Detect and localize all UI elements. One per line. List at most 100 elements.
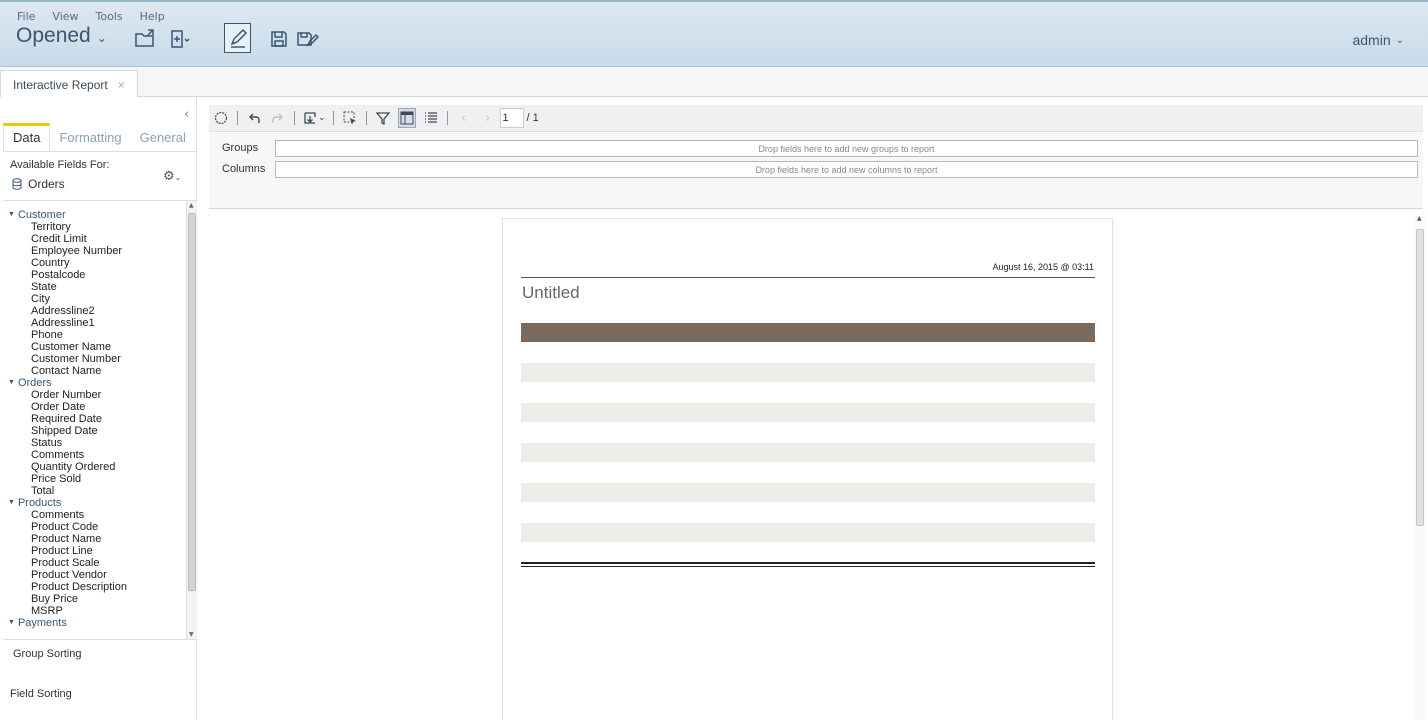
- gear-icon[interactable]: ⚙⌄: [163, 169, 181, 184]
- undo-icon[interactable]: [245, 108, 263, 128]
- group-sorting-section[interactable]: Group Sorting: [13, 648, 81, 660]
- close-icon[interactable]: ×: [118, 78, 125, 92]
- separator: [446, 111, 448, 125]
- tree-field[interactable]: Product Name: [8, 533, 127, 545]
- tree-field[interactable]: Product Line: [8, 545, 127, 557]
- tree-field[interactable]: Comments: [8, 509, 127, 521]
- tree-field[interactable]: MSRP: [8, 605, 127, 617]
- tab-interactive-report[interactable]: Interactive Report ×: [0, 70, 138, 98]
- tree-category[interactable]: ▼ Products: [8, 497, 127, 509]
- tree-category[interactable]: ▼ Payments: [8, 617, 127, 629]
- tree-field[interactable]: Shipped Date: [8, 425, 127, 437]
- save-icon[interactable]: [266, 26, 292, 52]
- user-menu[interactable]: admin ⌄: [1352, 32, 1404, 48]
- tree-field[interactable]: Status: [8, 437, 127, 449]
- tree-category[interactable]: ▼ Orders: [8, 377, 127, 389]
- scroll-up-icon[interactable]: ▲: [1417, 215, 1422, 222]
- tab-formatting[interactable]: Formatting: [50, 123, 130, 151]
- select-area-icon[interactable]: [341, 108, 359, 128]
- page-number-input[interactable]: 1: [499, 108, 524, 128]
- tree-field[interactable]: State: [8, 281, 127, 293]
- scrollbar-thumb[interactable]: [1416, 229, 1424, 526]
- expand-triangle-icon[interactable]: ▼: [8, 497, 15, 509]
- tree-field[interactable]: Order Date: [8, 401, 127, 413]
- expand-triangle-icon[interactable]: ▼: [8, 209, 15, 221]
- tree-field[interactable]: Product Code: [8, 521, 127, 533]
- tree-field[interactable]: Addressline2: [8, 305, 127, 317]
- separator: [365, 111, 367, 125]
- tree-field[interactable]: Order Number: [8, 389, 127, 401]
- tab-general[interactable]: General: [131, 123, 195, 151]
- available-fields-label: Available Fields For:: [10, 159, 110, 171]
- canvas-scrollbar[interactable]: ▲: [1414, 213, 1426, 720]
- tree-category[interactable]: ▼ Customer: [8, 209, 127, 221]
- column-header-band[interactable]: [521, 323, 1095, 342]
- tree-field[interactable]: Phone: [8, 329, 127, 341]
- tree-category-label: Orders: [17, 377, 52, 389]
- new-file-icon[interactable]: [166, 26, 192, 52]
- tree-field[interactable]: Employee Number: [8, 245, 127, 257]
- tab-data[interactable]: Data: [3, 123, 51, 151]
- tree-field[interactable]: City: [8, 293, 127, 305]
- tree-field[interactable]: Country: [8, 257, 127, 269]
- tree-field[interactable]: Customer Number: [8, 353, 127, 365]
- divider: [3, 151, 197, 152]
- tree-field[interactable]: Total: [8, 485, 127, 497]
- tree-field[interactable]: Postalcode: [8, 269, 127, 281]
- scroll-down-icon[interactable]: ▼: [189, 631, 194, 638]
- user-name: admin: [1352, 32, 1391, 48]
- tree-field[interactable]: Product Scale: [8, 557, 127, 569]
- tree-field[interactable]: Quantity Ordered: [8, 461, 127, 473]
- menu-view[interactable]: View: [52, 10, 78, 23]
- groups-drop-zone[interactable]: Drop fields here to add new groups to re…: [275, 140, 1418, 157]
- expand-triangle-icon[interactable]: ▼: [8, 377, 15, 389]
- report-title[interactable]: Untitled: [522, 283, 580, 303]
- scrollbar-thumb[interactable]: [188, 213, 196, 591]
- tree-field[interactable]: Product Description: [8, 581, 127, 593]
- tree-field[interactable]: Comments: [8, 449, 127, 461]
- scroll-up-icon[interactable]: ▲: [189, 202, 194, 209]
- list-view-icon[interactable]: [422, 108, 440, 128]
- tree-field[interactable]: Price Sold: [8, 473, 127, 485]
- filter-icon[interactable]: [374, 108, 392, 128]
- menu-help[interactable]: Help: [140, 10, 165, 23]
- tree-field[interactable]: Addressline1: [8, 317, 127, 329]
- tree-field[interactable]: Buy Price: [8, 593, 127, 605]
- save-as-icon[interactable]: [294, 26, 320, 52]
- tree-scrollbar[interactable]: ▲ ▼: [186, 201, 197, 639]
- tree-field[interactable]: Customer Name: [8, 341, 127, 353]
- report-page: August 16, 2015 @ 03:11 Untitled: [502, 218, 1113, 720]
- divider: [521, 277, 1095, 278]
- datasource-name: Orders: [28, 177, 65, 191]
- menu-file[interactable]: File: [17, 10, 35, 23]
- open-folder-icon[interactable]: [132, 26, 158, 52]
- tree-field[interactable]: Product Vendor: [8, 569, 127, 581]
- perspective-dropdown[interactable]: Opened ⌄: [16, 24, 107, 48]
- tree-field[interactable]: Contact Name: [8, 365, 127, 377]
- collapse-panel-icon[interactable]: ‹: [184, 107, 189, 122]
- columns-drop-zone[interactable]: Drop fields here to add new columns to r…: [275, 161, 1418, 178]
- menu-tools[interactable]: Tools: [96, 10, 123, 23]
- export-icon[interactable]: ⌄: [302, 108, 326, 128]
- divider: [521, 562, 1095, 564]
- previous-page-icon[interactable]: ‹: [455, 108, 473, 128]
- redo-icon[interactable]: [269, 108, 287, 128]
- divider: [521, 566, 1095, 567]
- tree-field[interactable]: Required Date: [8, 413, 127, 425]
- tree-category-label: Payments: [17, 617, 67, 629]
- field-tree: ▼ Customer Territory Credit Limit Employee N…: [3, 200, 197, 640]
- table-view-icon[interactable]: [397, 108, 416, 128]
- next-page-icon[interactable]: ›: [479, 108, 497, 128]
- field-sorting-section[interactable]: Field Sorting: [10, 688, 72, 700]
- datasource: Orders: [12, 177, 65, 191]
- expand-triangle-icon[interactable]: ▼: [8, 617, 15, 629]
- menu-bar: File View Tools Help: [17, 10, 182, 23]
- table-row: [521, 363, 1095, 382]
- chevron-down-icon: ⌄: [96, 31, 107, 45]
- tree-field[interactable]: Territory: [8, 221, 127, 233]
- tree-field[interactable]: Credit Limit: [8, 233, 127, 245]
- edit-icon[interactable]: [224, 23, 251, 53]
- select-icon[interactable]: [212, 108, 230, 128]
- separator: [332, 111, 334, 125]
- perspective-label: Opened: [16, 24, 91, 47]
